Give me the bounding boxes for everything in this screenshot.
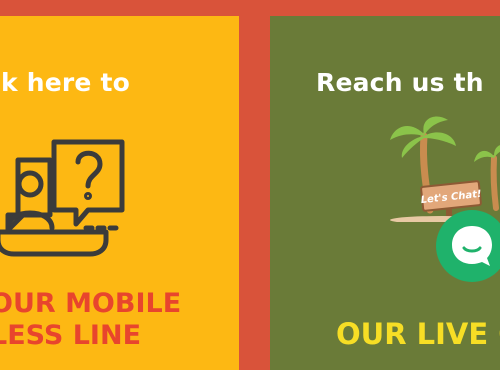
- chat-bubble-icon: [452, 226, 492, 266]
- live-chat-headline: Reach us th: [316, 68, 484, 97]
- mobile-line-card[interactable]: ck here to OUR MOBILE LESS LINE: [0, 16, 239, 370]
- live-chat-card[interactable]: Reach us th Let's Chat! OUR LIVE C: [270, 16, 500, 370]
- mobile-label-line2: LESS LINE: [0, 320, 142, 351]
- palm-trees-lets-chat-sign: Let's Chat!: [390, 116, 500, 222]
- live-chat-label: OUR LIVE C: [336, 317, 500, 351]
- mobile-card-headline: ck here to: [0, 68, 131, 97]
- mobile-label-line1: OUR MOBILE: [0, 288, 182, 319]
- mobile-line-label: OUR MOBILE LESS LINE: [0, 288, 181, 352]
- support-chat-icon: [0, 139, 125, 257]
- live-chat-button[interactable]: [436, 210, 500, 282]
